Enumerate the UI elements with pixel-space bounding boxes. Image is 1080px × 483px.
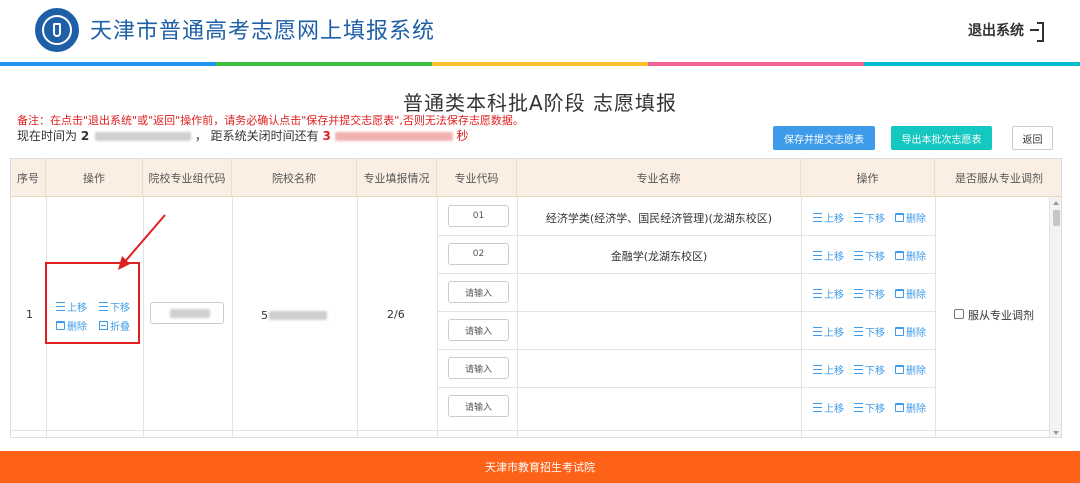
site-title: 天津市普通高考志愿网上填报系统: [90, 19, 436, 44]
current-time: 2: [80, 129, 90, 143]
countdown-suffix: 秒: [456, 129, 469, 143]
col-major-ops: 操作: [801, 159, 935, 197]
major-up-button[interactable]: 上移: [813, 210, 844, 225]
major-name: 金融学(龙湖东校区): [610, 250, 708, 263]
major-delete-button[interactable]: 删除: [895, 324, 926, 339]
major-down-button[interactable]: 下移: [854, 248, 885, 263]
major-delete-button[interactable]: 删除: [895, 400, 926, 415]
move-up-icon: [813, 251, 822, 260]
move-down-icon: [854, 289, 863, 298]
redacted-countdown: [334, 132, 453, 141]
major-code-input[interactable]: 请输入: [448, 395, 509, 417]
col-major-name: 专业名称: [517, 159, 801, 197]
trash-icon: [895, 213, 904, 222]
accept-adjust-checkbox[interactable]: [954, 309, 964, 319]
major-up-button[interactable]: 上移: [813, 362, 844, 377]
major-code-input[interactable]: 01: [448, 205, 509, 227]
col-ops: 操作: [46, 159, 143, 197]
major-down-button[interactable]: 下移: [854, 324, 885, 339]
move-down-icon: [854, 327, 863, 336]
col-index: 序号: [11, 159, 46, 197]
volunteer-table: 序号 操作 院校专业组代码 院校名称 专业填报情况 专业代码 专业名称 操作 是…: [10, 158, 1062, 438]
major-down-button[interactable]: 下移: [854, 286, 885, 301]
table-header: 序号 操作 院校专业组代码 院校名称 专业填报情况 专业代码 专业名称 操作 是…: [11, 159, 1061, 197]
move-down-icon: [854, 213, 863, 222]
school-name-prefix: 5: [261, 309, 268, 322]
move-up-icon: [813, 365, 822, 374]
trash-icon: [895, 251, 904, 260]
major-delete-button[interactable]: 删除: [895, 286, 926, 301]
table-scrollbar[interactable]: [1049, 197, 1061, 437]
save-submit-button[interactable]: 保存并提交志愿表: [773, 126, 875, 150]
time-row: 现在时间为 2 ， 距系统关闭时间还有 3 秒: [17, 127, 469, 144]
export-button[interactable]: 导出本批次志愿表: [891, 126, 992, 150]
move-up-icon: [813, 327, 822, 336]
trash-icon: [895, 403, 904, 412]
major-down-button[interactable]: 下移: [854, 362, 885, 377]
col-school-name: 院校名称: [232, 159, 357, 197]
time-middle: ， 距系统关闭时间还有: [194, 129, 319, 143]
top-header: 天津市普通高考志愿网上填报系统 退出系统: [0, 0, 1080, 62]
major-down-button[interactable]: 下移: [854, 400, 885, 415]
back-button[interactable]: 返回: [1012, 126, 1053, 150]
major-down-button[interactable]: 下移: [854, 210, 885, 225]
countdown-value: 3: [322, 129, 331, 143]
major-code-input[interactable]: 请输入: [448, 319, 509, 341]
major-code-input[interactable]: 02: [448, 243, 509, 265]
accept-adjust-label: 服从专业调剂: [968, 309, 1034, 322]
major-code-input[interactable]: 请输入: [448, 357, 509, 379]
fill-status: 2/6: [387, 308, 405, 321]
redacted-time: [95, 132, 192, 141]
col-accept-adjust: 是否服从专业调剂: [955, 172, 1043, 185]
col-group-code: 院校专业组代码: [143, 159, 232, 197]
move-down-icon: [854, 365, 863, 374]
major-up-button[interactable]: 上移: [813, 248, 844, 263]
move-down-icon: [854, 251, 863, 260]
major-up-button[interactable]: 上移: [813, 286, 844, 301]
major-delete-button[interactable]: 删除: [895, 248, 926, 263]
logout-icon: [1030, 22, 1044, 42]
move-down-icon: [854, 403, 863, 412]
redacted-school-name: [269, 311, 327, 320]
major-delete-button[interactable]: 删除: [895, 362, 926, 377]
move-up-icon: [813, 289, 822, 298]
scroll-up-icon[interactable]: [1053, 201, 1059, 205]
time-prefix: 现在时间为: [17, 129, 78, 143]
tara-logo: [35, 8, 79, 52]
move-up-icon: [813, 403, 822, 412]
row-index: 1: [26, 308, 33, 321]
footer: 天津市教育招生考试院: [0, 451, 1080, 483]
trash-icon: [895, 365, 904, 374]
logout-label: 退出系统: [968, 23, 1024, 39]
major-up-button[interactable]: 上移: [813, 400, 844, 415]
trash-icon: [895, 289, 904, 298]
major-code-input[interactable]: 请输入: [448, 281, 509, 303]
rainbow-divider: [0, 62, 1080, 66]
annotation-highlight-box: [45, 262, 140, 344]
major-delete-button[interactable]: 删除: [895, 210, 926, 225]
logout-button[interactable]: 退出系统: [968, 20, 1044, 42]
col-fill-status: 专业填报情况: [357, 159, 437, 197]
trash-icon: [895, 327, 904, 336]
warning-note: 备注：在点击"退出系统"或"返回"操作前，请务必确认点击"保存并提交志愿表",否…: [17, 114, 524, 127]
move-up-icon: [813, 213, 822, 222]
group-code-field[interactable]: [150, 302, 224, 324]
major-name: 经济学类(经济学、国民经济管理)(龙湖东校区): [545, 212, 773, 225]
redacted-group-code: [170, 309, 210, 318]
scroll-thumb[interactable]: [1053, 210, 1060, 226]
major-up-button[interactable]: 上移: [813, 324, 844, 339]
col-major-code: 专业代码: [437, 159, 517, 197]
scroll-down-icon[interactable]: [1053, 431, 1059, 435]
